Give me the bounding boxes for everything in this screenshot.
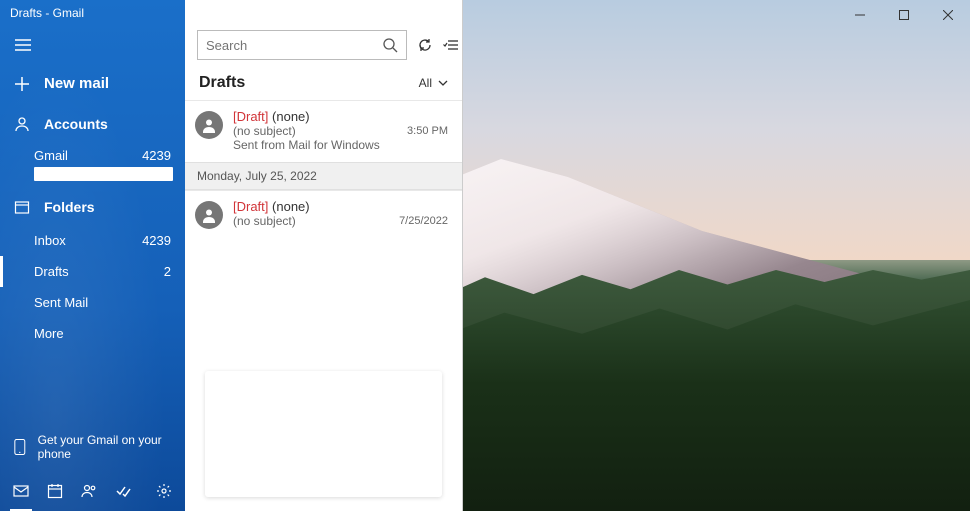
folders-label: Folders xyxy=(44,199,95,215)
refresh-button[interactable] xyxy=(417,35,433,55)
folder-more[interactable]: More xyxy=(0,318,185,349)
calendar-icon xyxy=(47,483,63,499)
search-box[interactable] xyxy=(197,30,407,60)
message-from: (none) xyxy=(272,109,310,124)
folder-drafts[interactable]: Drafts 2 xyxy=(0,256,185,287)
preview-card xyxy=(205,371,442,497)
minimize-button[interactable] xyxy=(838,0,882,30)
new-mail-button[interactable]: New mail xyxy=(0,61,185,106)
folder-label: Sent Mail xyxy=(34,295,88,310)
folder-label: More xyxy=(34,326,64,341)
bottom-nav xyxy=(0,471,185,511)
list-header: Drafts All xyxy=(185,68,462,100)
folder-label: Drafts xyxy=(34,264,69,279)
message-subject: (no subject) xyxy=(233,214,389,228)
folder-label: Inbox xyxy=(34,233,66,248)
refresh-icon xyxy=(417,37,433,53)
message-preview: Sent from Mail for Windows xyxy=(233,138,397,152)
draft-tag: [Draft] xyxy=(233,109,268,124)
gear-icon xyxy=(156,483,172,499)
folder-count: 4239 xyxy=(142,233,171,248)
message-subject: (no subject) xyxy=(233,124,397,138)
nav-people[interactable] xyxy=(74,471,104,511)
title-bar: Drafts - Gmail xyxy=(0,0,970,30)
message-list-pane: Drafts All [Draft] (none) (no subject) S… xyxy=(185,0,463,511)
person-icon xyxy=(201,207,217,223)
search-input[interactable] xyxy=(206,38,382,53)
message-time: 7/25/2022 xyxy=(399,215,448,227)
nav-todo[interactable] xyxy=(108,471,138,511)
nav-settings[interactable] xyxy=(149,471,179,511)
folder-icon xyxy=(14,199,30,215)
chevron-down-icon xyxy=(438,78,448,88)
promo-text: Get your Gmail on your phone xyxy=(38,433,171,461)
message-body: [Draft] (none) (no subject) xyxy=(233,199,389,229)
people-icon xyxy=(81,483,97,499)
phone-icon xyxy=(14,438,26,456)
select-mode-button[interactable] xyxy=(443,35,459,55)
hamburger-icon xyxy=(14,36,32,54)
list-heading: Drafts xyxy=(199,74,245,92)
search-icon xyxy=(382,37,398,53)
message-from: (none) xyxy=(272,199,310,214)
draft-tag: [Draft] xyxy=(233,199,268,214)
avatar xyxy=(195,111,223,139)
sidebar: New mail Accounts Gmail 4239 Folders Inb… xyxy=(0,0,185,511)
folder-inbox[interactable]: Inbox 4239 xyxy=(0,225,185,256)
filter-dropdown[interactable]: All xyxy=(419,76,448,90)
accounts-header[interactable]: Accounts xyxy=(0,106,185,142)
nav-calendar[interactable] xyxy=(40,471,70,511)
filter-label: All xyxy=(419,76,432,90)
mail-icon xyxy=(13,483,29,499)
folders-header[interactable]: Folders xyxy=(0,189,185,225)
person-icon xyxy=(14,116,30,132)
close-button[interactable] xyxy=(926,0,970,30)
date-separator: Monday, July 25, 2022 xyxy=(185,162,462,190)
nav-mail[interactable] xyxy=(6,471,36,511)
person-icon xyxy=(201,117,217,133)
hamburger-button[interactable] xyxy=(0,28,185,61)
new-mail-label: New mail xyxy=(44,75,109,92)
check-icon xyxy=(115,483,131,499)
window-title: Drafts - Gmail xyxy=(10,6,84,20)
folder-count: 2 xyxy=(164,264,171,279)
select-icon xyxy=(443,37,459,53)
account-email xyxy=(34,167,173,181)
account-count: 4239 xyxy=(142,148,171,163)
message-body: [Draft] (none) (no subject) Sent from Ma… xyxy=(233,109,397,152)
promo-banner[interactable]: Get your Gmail on your phone xyxy=(0,423,185,471)
folder-sent[interactable]: Sent Mail xyxy=(0,287,185,318)
avatar xyxy=(195,201,223,229)
message-item[interactable]: [Draft] (none) (no subject) 7/25/2022 xyxy=(185,190,462,239)
accounts-label: Accounts xyxy=(44,116,108,132)
message-item[interactable]: [Draft] (none) (no subject) Sent from Ma… xyxy=(185,100,462,162)
account-row[interactable]: Gmail 4239 xyxy=(0,142,185,165)
account-name: Gmail xyxy=(34,148,68,163)
plus-icon xyxy=(14,76,30,92)
message-time: 3:50 PM xyxy=(407,125,448,137)
maximize-button[interactable] xyxy=(882,0,926,30)
